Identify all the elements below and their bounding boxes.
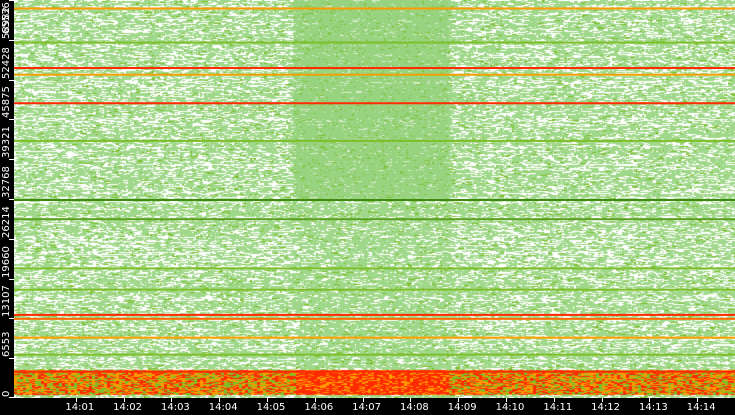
x-tick-label: 14:10	[495, 402, 525, 413]
y-tick	[9, 159, 14, 161]
port-line-58700	[14, 41, 735, 44]
x-tick-label: 14:12	[591, 402, 621, 413]
y-tick	[9, 397, 14, 398]
y-tick	[9, 318, 14, 320]
y-tick-label: 45875	[1, 86, 12, 119]
x-tick-label: 14:09	[447, 402, 477, 413]
plot-area	[14, 0, 735, 398]
port-line-64300	[14, 7, 735, 10]
y-tick	[9, 119, 14, 121]
port-line-13200	[14, 317, 735, 320]
x-tick-label: 14:14	[686, 402, 716, 413]
port-line-4500	[14, 370, 735, 373]
y-tick	[9, 238, 14, 240]
x-tick-label: 14:07	[352, 402, 382, 413]
y-tick	[9, 199, 14, 200]
y-tick-label: 13107	[1, 285, 12, 318]
port-line-7300	[14, 353, 735, 356]
port-time-heatmap: 0 6553 13107 19660 26214 32768 39321 45875 52428…	[0, 0, 735, 415]
x-tick-label: 14:04	[208, 402, 238, 413]
heatmap-lines	[14, 7, 735, 373]
port-line-48700	[14, 102, 735, 105]
x-tick-label: 14:08	[399, 402, 429, 413]
x-tick-label: 14:05	[256, 402, 286, 413]
x-tick-label: 14:01	[65, 402, 95, 413]
x-tick-label: 14:11	[543, 402, 573, 413]
y-tick-label: 32768	[1, 166, 12, 198]
y-tick-label: 26214	[1, 205, 12, 238]
y-tick-label: 39321	[1, 126, 12, 159]
port-line-29600	[14, 218, 735, 221]
y-tick-label: 0	[1, 390, 12, 397]
y-tick	[9, 79, 14, 81]
port-line-42500	[14, 139, 735, 142]
y-tick	[9, 0, 14, 1]
x-tick-label: 14:13	[638, 402, 668, 413]
y-tick-label: 65536	[1, 2, 12, 34]
y-tick	[9, 278, 14, 280]
port-line-21500	[14, 267, 735, 270]
port-line-54500	[14, 67, 735, 70]
port-line-18000	[14, 288, 735, 291]
y-tick	[9, 39, 14, 41]
y-tick	[9, 358, 14, 360]
y-tick-label: 19660	[1, 245, 12, 278]
port-line-13850	[14, 313, 735, 316]
x-tick-label: 14:02	[113, 402, 143, 413]
x-tick-label: 14:06	[304, 402, 334, 413]
port-line-32768	[14, 199, 735, 201]
port-line-10100	[14, 336, 735, 339]
x-tick-label: 14:03	[160, 402, 190, 413]
y-tick-label: 6553	[1, 331, 12, 358]
y-tick-label: 52428	[1, 46, 12, 79]
port-line-53400	[14, 73, 735, 76]
